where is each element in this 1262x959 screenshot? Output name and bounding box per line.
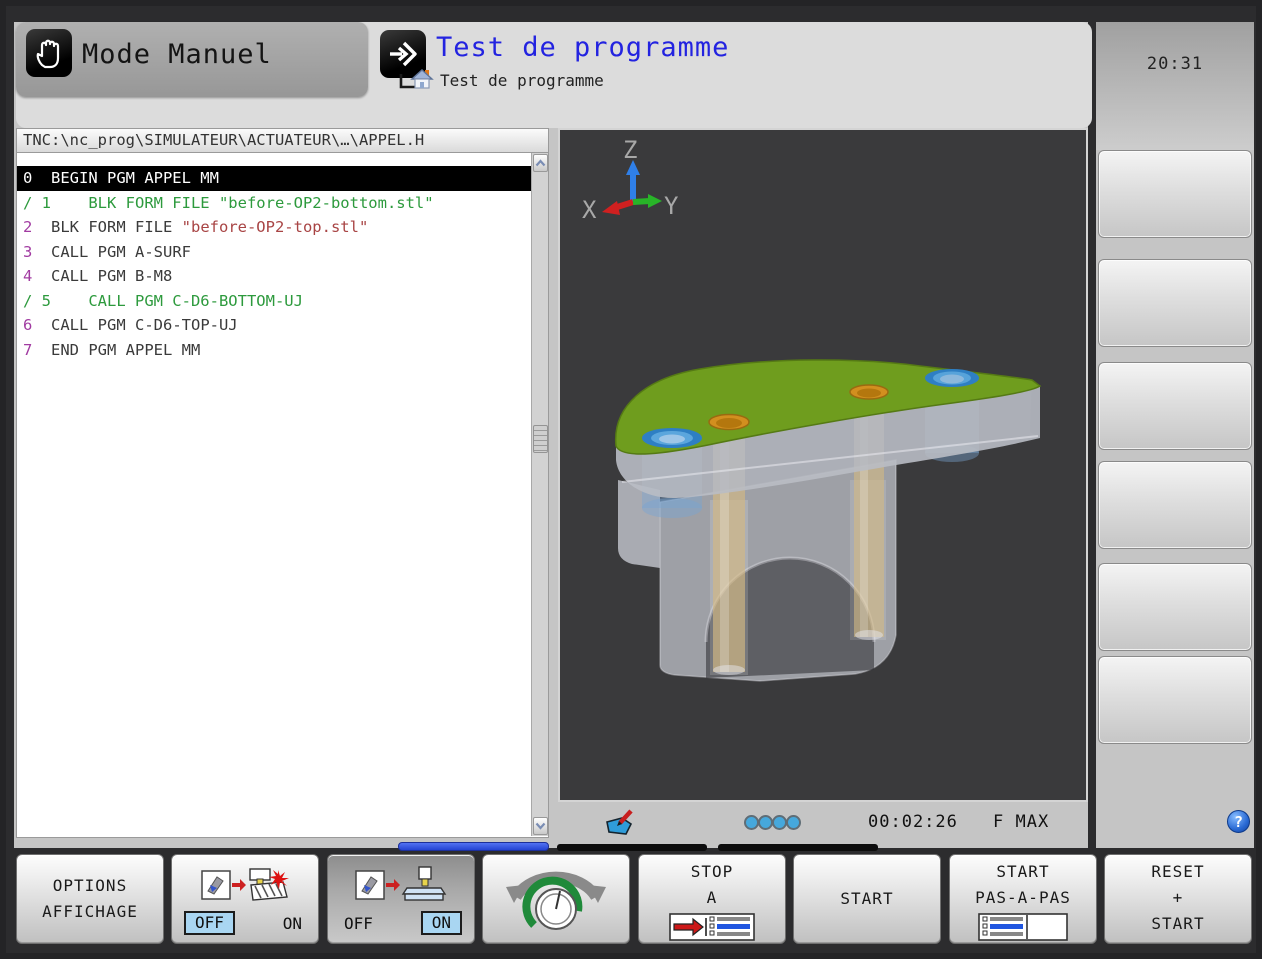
dial-icon [506, 871, 606, 930]
softkey-stop-at[interactable]: STOP A [638, 854, 786, 944]
active-program-label: Test de programme [440, 71, 604, 90]
scroll-up-button[interactable] [533, 154, 548, 172]
softkey-label: START [1151, 914, 1205, 933]
softkey-label: + [1172, 888, 1184, 907]
mode-label: Mode Manuel [82, 39, 272, 70]
program-line[interactable]: 0 BEGIN PGM APPEL MM [17, 166, 533, 191]
program-token: / 1 BLK FORM FILE "before-OP2-bottom.stl… [23, 193, 434, 212]
program-token: BLK FORM FILE [32, 218, 182, 236]
softkey-collision-monitor-toggle[interactable]: OFF ON [171, 854, 319, 944]
softkey-label: A [706, 888, 718, 907]
feed-rate: F MAX [993, 812, 1050, 832]
toggle-on: ON [420, 911, 462, 935]
horizontal-scroll-thumb[interactable] [398, 842, 549, 851]
toggle-off: OFF [184, 911, 235, 935]
mode-tab[interactable]: Mode Manuel [16, 22, 368, 97]
help-button[interactable]: ? [1227, 810, 1250, 833]
single-step-icon [978, 913, 1068, 941]
softkey-label: START [996, 862, 1050, 881]
softkey-label: RESET [1151, 862, 1205, 881]
softkey-start[interactable]: START [793, 854, 941, 944]
axis-x-label: X [582, 196, 597, 224]
softkey-fixture-monitor-toggle[interactable]: OFF ON [327, 854, 475, 944]
clock-zone [1096, 22, 1254, 150]
softkey-blank[interactable] [1098, 656, 1252, 744]
program-token: 4 [23, 267, 33, 285]
program-lines: 0 BEGIN PGM APPEL MM / 1 BLK FORM FILE "b… [17, 166, 533, 362]
scroll-thumb[interactable] [533, 425, 548, 453]
program-token: 7 [23, 340, 33, 359]
softkey-label: START [840, 889, 894, 908]
softkey-options-affichage[interactable]: OPTIONS AFFICHAGE [16, 854, 164, 944]
manual-mode-hand-icon [26, 29, 72, 77]
stop-at-icon [669, 913, 755, 941]
softkey-blank[interactable] [1098, 150, 1252, 238]
status-dot [772, 815, 787, 830]
axes-icon: Z X Y [582, 136, 679, 224]
screen-title: Test de programme [436, 32, 730, 63]
program-line[interactable]: 3 CALL PGM A-SURF [17, 240, 533, 265]
program-line[interactable]: 6 CALL PGM C-D6-TOP-UJ [17, 313, 533, 338]
program-token: CALL PGM C-D6-TOP-UJ [32, 316, 238, 334]
header-panel: Mode Manuel Test de programme Test de pr… [16, 22, 1092, 128]
progress-bar-1 [557, 844, 707, 851]
column-divider [1088, 22, 1096, 848]
status-dots [744, 815, 801, 830]
program-token: CALL PGM B-M8 [32, 267, 173, 285]
softkey-start-single-step[interactable]: START PAS-A-PAS [949, 854, 1097, 944]
progress-bar-2 [718, 844, 878, 851]
program-path-bar: TNC:\nc_prog\SIMULATEUR\ACTUATEUR\…\APPE… [16, 128, 549, 153]
fixture-icon [401, 866, 447, 901]
program-token: CALL PGM A-SURF [32, 242, 191, 261]
softkey-label: PAS-A-PAS [975, 888, 1071, 907]
softkey-blank[interactable] [1098, 362, 1252, 450]
softkey-blank[interactable] [1098, 259, 1252, 347]
home-icon [410, 69, 434, 89]
softkey-label: AFFICHAGE [42, 902, 138, 921]
program-line[interactable]: / 5 CALL PGM C-D6-BOTTOM-UJ [17, 289, 533, 314]
clock: 20:31 [1146, 54, 1204, 74]
collision-icon [249, 868, 289, 901]
scroll-down-button[interactable] [533, 817, 548, 835]
tnc-screen: Mode Manuel Test de programme Test de pr… [0, 0, 1262, 959]
tool-icon [355, 870, 385, 900]
arrow-icon [386, 879, 400, 891]
softkey-blank[interactable] [1098, 563, 1252, 651]
softkey-label: OPTIONS [52, 876, 128, 895]
toggle-off: OFF [344, 913, 373, 933]
program-panel[interactable]: 0 BEGIN PGM APPEL MM / 1 BLK FORM FILE "b… [16, 153, 549, 838]
program-token: "before-OP2-top.stl" [181, 218, 369, 236]
status-dot [744, 815, 759, 830]
program-line[interactable]: 2 BLK FORM FILE "before-OP2-top.stl" [17, 215, 533, 240]
simulation-time: 00:02:26 [868, 812, 958, 832]
program-token: 2 [23, 218, 33, 236]
program-token: END PGM APPEL MM [32, 340, 201, 359]
arrow-icon [232, 879, 246, 891]
program-line[interactable]: 4 CALL PGM B-M8 [17, 264, 533, 289]
program-line[interactable]: 7 END PGM APPEL MM [17, 338, 533, 363]
status-dot [786, 815, 801, 830]
softkey-label: STOP [690, 862, 734, 881]
softkey-reset-start[interactable]: RESET + START [1104, 854, 1252, 944]
vertical-scrollbar[interactable] [531, 153, 548, 836]
tool-icon [201, 870, 231, 900]
program-token: 6 [23, 316, 33, 334]
program-line[interactable]: / 1 BLK FORM FILE "before-OP2-bottom.stl… [17, 191, 533, 216]
axis-y-label: Y [664, 192, 679, 220]
softkey-blank[interactable] [1098, 461, 1252, 549]
program-token: / 5 CALL PGM C-D6-BOTTOM-UJ [23, 291, 303, 310]
simulation-viewport[interactable]: Z X Y [558, 128, 1088, 802]
program-token: 0 BEGIN PGM APPEL MM [23, 169, 219, 187]
workpiece-3d [615, 359, 1042, 682]
softkey-override-dial[interactable] [482, 854, 630, 944]
edit-workpiece-icon [606, 809, 633, 835]
status-dot [758, 815, 773, 830]
program-token: 3 [23, 242, 33, 261]
axis-z-label: Z [623, 136, 637, 164]
toggle-on: ON [282, 913, 302, 933]
